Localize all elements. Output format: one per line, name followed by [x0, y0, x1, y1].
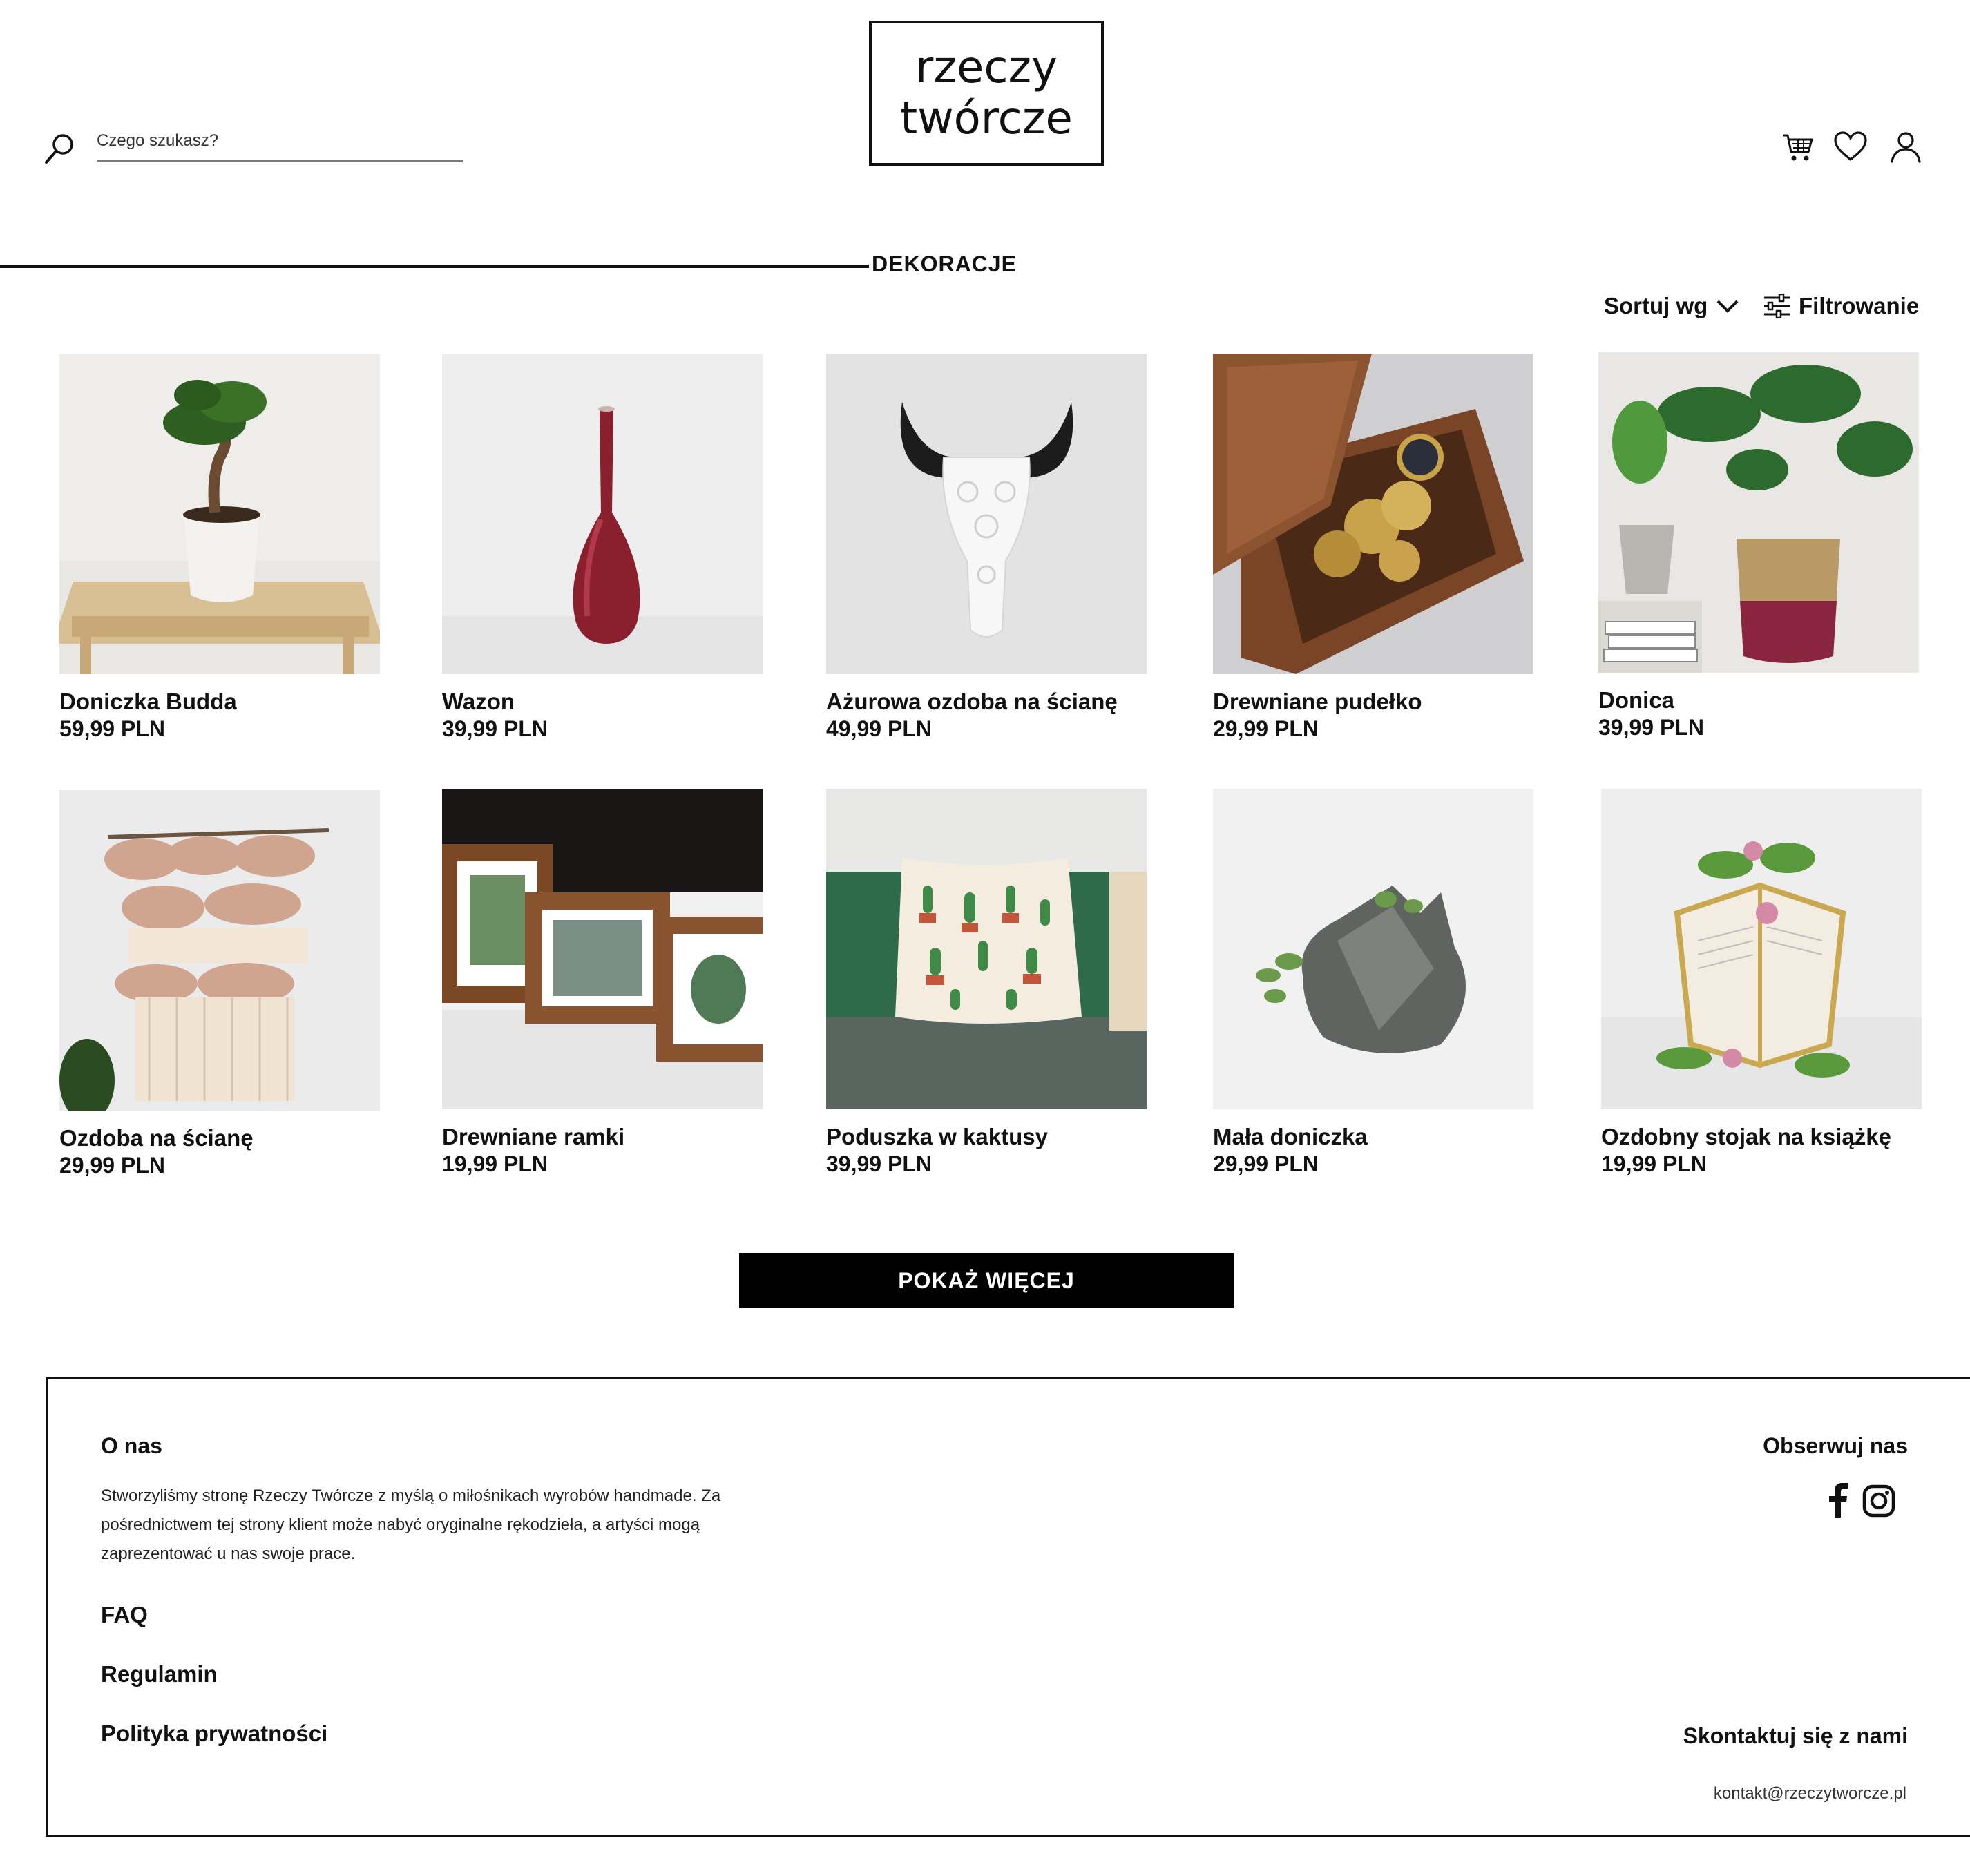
footer-about-heading: O nas: [101, 1433, 162, 1458]
product-name[interactable]: Wazon: [442, 688, 763, 716]
product-image[interactable]: [826, 354, 1147, 674]
product-card[interactable]: Ozdoba na ścianę 29,99 PLN: [59, 790, 380, 1178]
product-name[interactable]: Ozdoba na ścianę: [59, 1124, 380, 1152]
product-card[interactable]: Ozdobny stojak na książkę 19,99 PLN: [1601, 789, 1922, 1177]
product-image[interactable]: [442, 789, 763, 1109]
footer-contact-email[interactable]: kontakt@rzeczytworcze.pl: [1714, 1784, 1906, 1803]
product-card[interactable]: Donica 39,99 PLN: [1598, 352, 1919, 740]
product-image[interactable]: [1213, 354, 1533, 674]
footer-link-privacy[interactable]: Polityka prywatności: [101, 1721, 327, 1747]
product-image[interactable]: [1601, 789, 1922, 1109]
product-name[interactable]: Poduszka w kaktusy: [826, 1123, 1147, 1151]
product-image[interactable]: [59, 354, 380, 674]
product-image[interactable]: [1213, 789, 1533, 1109]
product-price: 59,99 PLN: [59, 716, 165, 741]
user-icon[interactable]: [1888, 130, 1923, 164]
footer-contact-heading: Skontaktuj się z nami: [1683, 1723, 1908, 1748]
product-name[interactable]: Ozdobny stojak na książkę: [1601, 1123, 1922, 1151]
product-price: 29,99 PLN: [1213, 1151, 1319, 1176]
product-card[interactable]: Wazon 39,99 PLN: [442, 354, 763, 742]
logo-line-1: rzeczy: [915, 42, 1058, 93]
search-icon[interactable]: [43, 131, 77, 166]
product-price: 19,99 PLN: [442, 1151, 548, 1176]
product-price: 39,99 PLN: [826, 1151, 932, 1176]
footer-about-text: Stworzyliśmy stronę Rzeczy Twórcze z myś…: [101, 1486, 721, 1563]
chevron-down-icon: [1716, 300, 1739, 313]
logo-line-2: twórcze: [900, 93, 1073, 144]
site-footer: O nas Stworzyliśmy stronę Rzeczy Twórcze…: [46, 1377, 1970, 1837]
product-price: 39,99 PLN: [1598, 715, 1704, 740]
product-name[interactable]: Mała doniczka: [1213, 1123, 1533, 1151]
product-price: 39,99 PLN: [442, 716, 548, 741]
product-card[interactable]: Drewniane pudełko 29,99 PLN: [1213, 354, 1533, 742]
facebook-icon[interactable]: [1826, 1483, 1850, 1518]
show-more-button[interactable]: POKAŻ WIĘCEJ: [739, 1253, 1234, 1308]
product-card[interactable]: Ażurowa ozdoba na ścianę 49,99 PLN: [826, 354, 1147, 742]
section-divider: [0, 265, 869, 268]
product-card[interactable]: Mała doniczka 29,99 PLN: [1213, 789, 1533, 1177]
product-name[interactable]: Drewniane ramki: [442, 1123, 763, 1151]
sliders-icon: [1764, 294, 1790, 318]
product-image[interactable]: [59, 790, 380, 1111]
sort-button[interactable]: Sortuj wg: [1604, 293, 1739, 319]
sort-label: Sortuj wg: [1604, 293, 1708, 318]
product-name[interactable]: Doniczka Budda: [59, 688, 380, 716]
product-card[interactable]: Poduszka w kaktusy 39,99 PLN: [826, 789, 1147, 1177]
site-logo[interactable]: rzeczy twórcze: [869, 21, 1104, 166]
footer-follow-heading: Obserwuj nas: [1763, 1433, 1908, 1458]
filter-button[interactable]: Filtrowanie: [1763, 293, 1919, 319]
search-input[interactable]: [97, 122, 463, 162]
footer-link-regulamin[interactable]: Regulamin: [101, 1661, 218, 1687]
product-price: 29,99 PLN: [59, 1153, 165, 1178]
heart-icon[interactable]: [1833, 130, 1868, 164]
section-title: DEKORACJE: [872, 251, 1017, 276]
cart-icon[interactable]: [1781, 130, 1815, 164]
filter-label: Filtrowanie: [1799, 293, 1920, 318]
product-price: 29,99 PLN: [1213, 716, 1319, 741]
product-name[interactable]: Donica: [1598, 687, 1919, 714]
product-name[interactable]: Ażurowa ozdoba na ścianę: [826, 688, 1147, 716]
product-card[interactable]: Doniczka Budda 59,99 PLN: [59, 354, 380, 742]
product-price: 49,99 PLN: [826, 716, 932, 741]
product-image[interactable]: [826, 789, 1147, 1109]
product-name[interactable]: Drewniane pudełko: [1213, 688, 1533, 716]
instagram-icon[interactable]: [1862, 1484, 1895, 1518]
product-price: 19,99 PLN: [1601, 1151, 1707, 1176]
footer-link-faq[interactable]: FAQ: [101, 1602, 148, 1628]
product-card[interactable]: Drewniane ramki 19,99 PLN: [442, 789, 763, 1177]
product-image[interactable]: [442, 354, 763, 674]
product-image[interactable]: [1598, 352, 1919, 673]
